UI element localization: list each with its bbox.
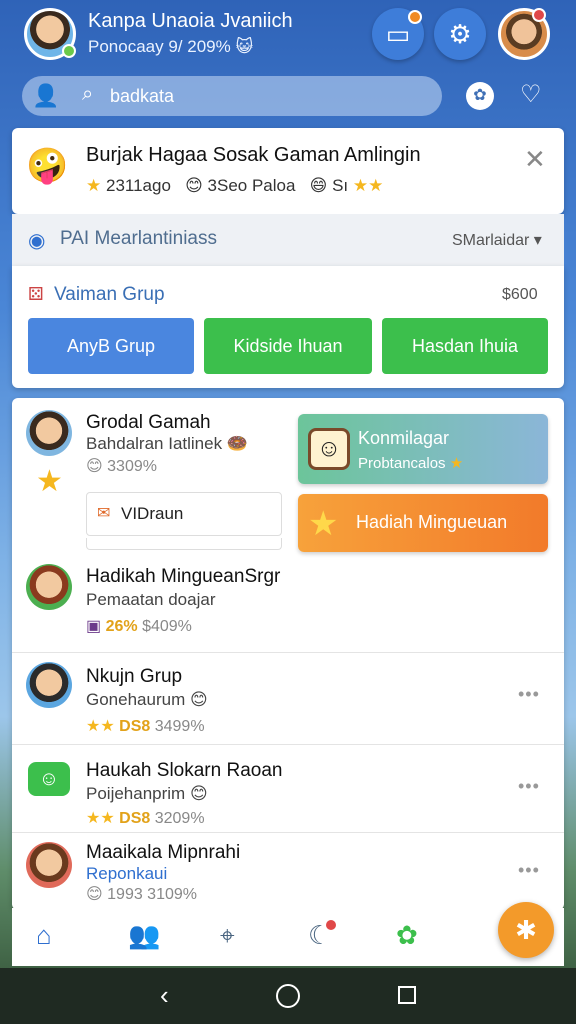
home-icon[interactable]: ⌂ xyxy=(36,920,52,951)
smile-icon: 😊 xyxy=(86,456,103,475)
list-item-name[interactable]: Grodal Gamah xyxy=(86,412,211,434)
game-box-icon: ☺ xyxy=(308,428,350,470)
promo-card-hadiah[interactable]: ★ Hadiah Mingueuan xyxy=(298,494,548,552)
avatar xyxy=(26,410,72,456)
text-field-value: VIDraun xyxy=(121,504,184,523)
avatar xyxy=(26,564,72,610)
game-icon[interactable]: ✿ xyxy=(396,920,418,951)
recents-icon[interactable] xyxy=(398,986,416,1004)
dice-icon: ⚄ xyxy=(28,284,44,304)
back-icon[interactable]: ‹ xyxy=(160,980,169,1011)
section-header: ◉ PAI Mearlantiniass SMarlaidar ▾ xyxy=(12,214,564,266)
list-item-name[interactable]: Hadikah MingueanSrgr xyxy=(86,566,280,588)
person-icon: 👤 xyxy=(32,83,60,108)
palette-icon[interactable]: ✿ xyxy=(466,82,494,110)
more-options-icon[interactable]: ••• xyxy=(518,684,540,705)
chat-icon: ☺ xyxy=(28,762,70,796)
star-icon: ★ xyxy=(86,176,102,195)
promo-title: Konmilagar xyxy=(358,428,450,448)
list-item-meta: ★★ DS8 3209% xyxy=(86,810,205,827)
home-button-icon[interactable] xyxy=(276,984,300,1008)
close-icon[interactable]: ✕ xyxy=(524,144,546,175)
list-item-sub: Gonehaurum 😊 xyxy=(86,690,208,710)
gear-icon: ⚙ xyxy=(448,18,472,49)
smile-icon: 😊 xyxy=(86,884,103,903)
star-icon: ★ xyxy=(449,455,464,472)
laugh-icon: 😄 xyxy=(309,176,328,196)
list-item-sub: Bahdalran Iatlinek 🍩 xyxy=(86,434,248,454)
promo-sub: Probtancalos ★ xyxy=(358,455,464,472)
stars-icon: ★★ xyxy=(86,810,115,827)
text-field[interactable]: ✉ VIDraun xyxy=(86,492,282,536)
group-card-title: Vaiman Grup xyxy=(54,284,165,305)
bookmark-icon[interactable]: ⌖ xyxy=(220,920,235,952)
divider xyxy=(12,832,564,833)
search-input[interactable]: badkata xyxy=(110,86,174,107)
banner-meta: ★ 2311ago 😊 3Seo Paloa 😄 Sı ★★ xyxy=(86,176,384,196)
promo-title: Hadiah Mingueuan xyxy=(356,512,508,532)
friends-icon[interactable]: 👥 xyxy=(128,920,160,951)
settings-button[interactable]: ⚙ xyxy=(434,8,486,60)
section-dropdown[interactable]: SMarlaidar ▾ xyxy=(452,230,542,250)
app-header: Kanpa Unaoia Jvaniich Ponocaay 9/ 209% 😺… xyxy=(0,0,576,70)
list-item-sub: Pemaatan doajar xyxy=(86,590,216,609)
list-item-name[interactable]: Maaikala Mipnrahi xyxy=(86,842,240,864)
cat-emoji-icon: 😺 xyxy=(235,37,254,57)
action-button[interactable]: ✱ xyxy=(498,902,554,958)
avatar xyxy=(26,662,72,708)
divider xyxy=(12,744,564,745)
heart-icon[interactable]: ♡ xyxy=(520,80,542,109)
stars-icon: ★★ xyxy=(352,176,384,195)
list-item-name[interactable]: Nkujn Grup xyxy=(86,666,182,688)
any-group-button[interactable]: AnyB Grup xyxy=(28,318,194,374)
text-field-shadow xyxy=(86,538,282,550)
smile-icon: 😊 xyxy=(189,784,208,804)
star-icon: ★ xyxy=(308,505,339,543)
group-card: ⚄ Vaiman Grup $600 AnyB Grup Kidside Ihu… xyxy=(12,266,564,388)
hasdan-button[interactable]: Hasdan Ihuia xyxy=(382,318,548,374)
donut-icon: 🍩 xyxy=(226,434,248,454)
flower-icon: ✱ xyxy=(515,914,537,945)
group-card-value: $600 xyxy=(502,286,538,303)
app-title: Kanpa Unaoia Jvaniich xyxy=(88,10,293,32)
system-nav-bar: ‹ xyxy=(0,968,576,1024)
camera-icon: ◉ xyxy=(28,230,46,252)
search-bar[interactable]: 👤 ⌕ badkata xyxy=(22,76,442,116)
list-item-sub: Reponkaui xyxy=(86,864,168,883)
divider xyxy=(12,652,564,653)
notification-badge xyxy=(326,920,336,930)
party-face-icon: 🤪 xyxy=(26,146,69,186)
avatar xyxy=(26,842,72,888)
smile-icon: 😊 xyxy=(185,176,203,196)
list-item-meta: 😊 3309% xyxy=(86,456,157,475)
list-item-sub: Poijehanprim 😊 xyxy=(86,784,208,804)
more-options-icon[interactable]: ••• xyxy=(518,860,540,881)
online-status-dot xyxy=(62,44,76,58)
list-item-meta: 😊 1993 3109% xyxy=(86,884,197,903)
search-icon: ⌕ xyxy=(82,83,94,105)
more-options-icon[interactable]: ••• xyxy=(518,776,540,797)
promo-card-konmilagar[interactable]: ☺ Konmilagar Probtancalos ★ xyxy=(298,414,548,484)
section-title: PAI Mearlantiniass xyxy=(60,228,217,249)
list-item-meta: ▣ 26% $409% xyxy=(86,618,192,635)
envelope-icon: ✉ xyxy=(97,505,111,522)
profile-badge xyxy=(532,8,546,22)
smile-icon: 😊 xyxy=(189,690,208,710)
group-list: ★ Grodal Gamah Bahdalran Iatlinek 🍩 😊 33… xyxy=(12,398,564,910)
calendar-icon: ▣ xyxy=(86,618,102,635)
announcement-banner: 🤪 Burjak Hagaa Sosak Gaman Amlingin ★ 23… xyxy=(12,128,564,214)
kidside-button[interactable]: Kidside Ihuan xyxy=(204,318,372,374)
cards-icon: ▭ xyxy=(385,18,411,49)
app-subtitle: Ponocaay 9/ 209% 😺 xyxy=(88,37,254,57)
stars-icon: ★★ xyxy=(86,718,115,735)
bottom-nav: ⌂ 👥 ⌖ ☾ ✿ xyxy=(12,908,564,966)
star-icon: ★ xyxy=(36,465,63,498)
banner-title: Burjak Hagaa Sosak Gaman Amlingin xyxy=(86,144,421,166)
list-item-name[interactable]: Haukah Slokarn Raoan xyxy=(86,760,282,782)
notification-badge xyxy=(408,10,422,24)
list-item-meta: ★★ DS8 3499% xyxy=(86,718,205,735)
